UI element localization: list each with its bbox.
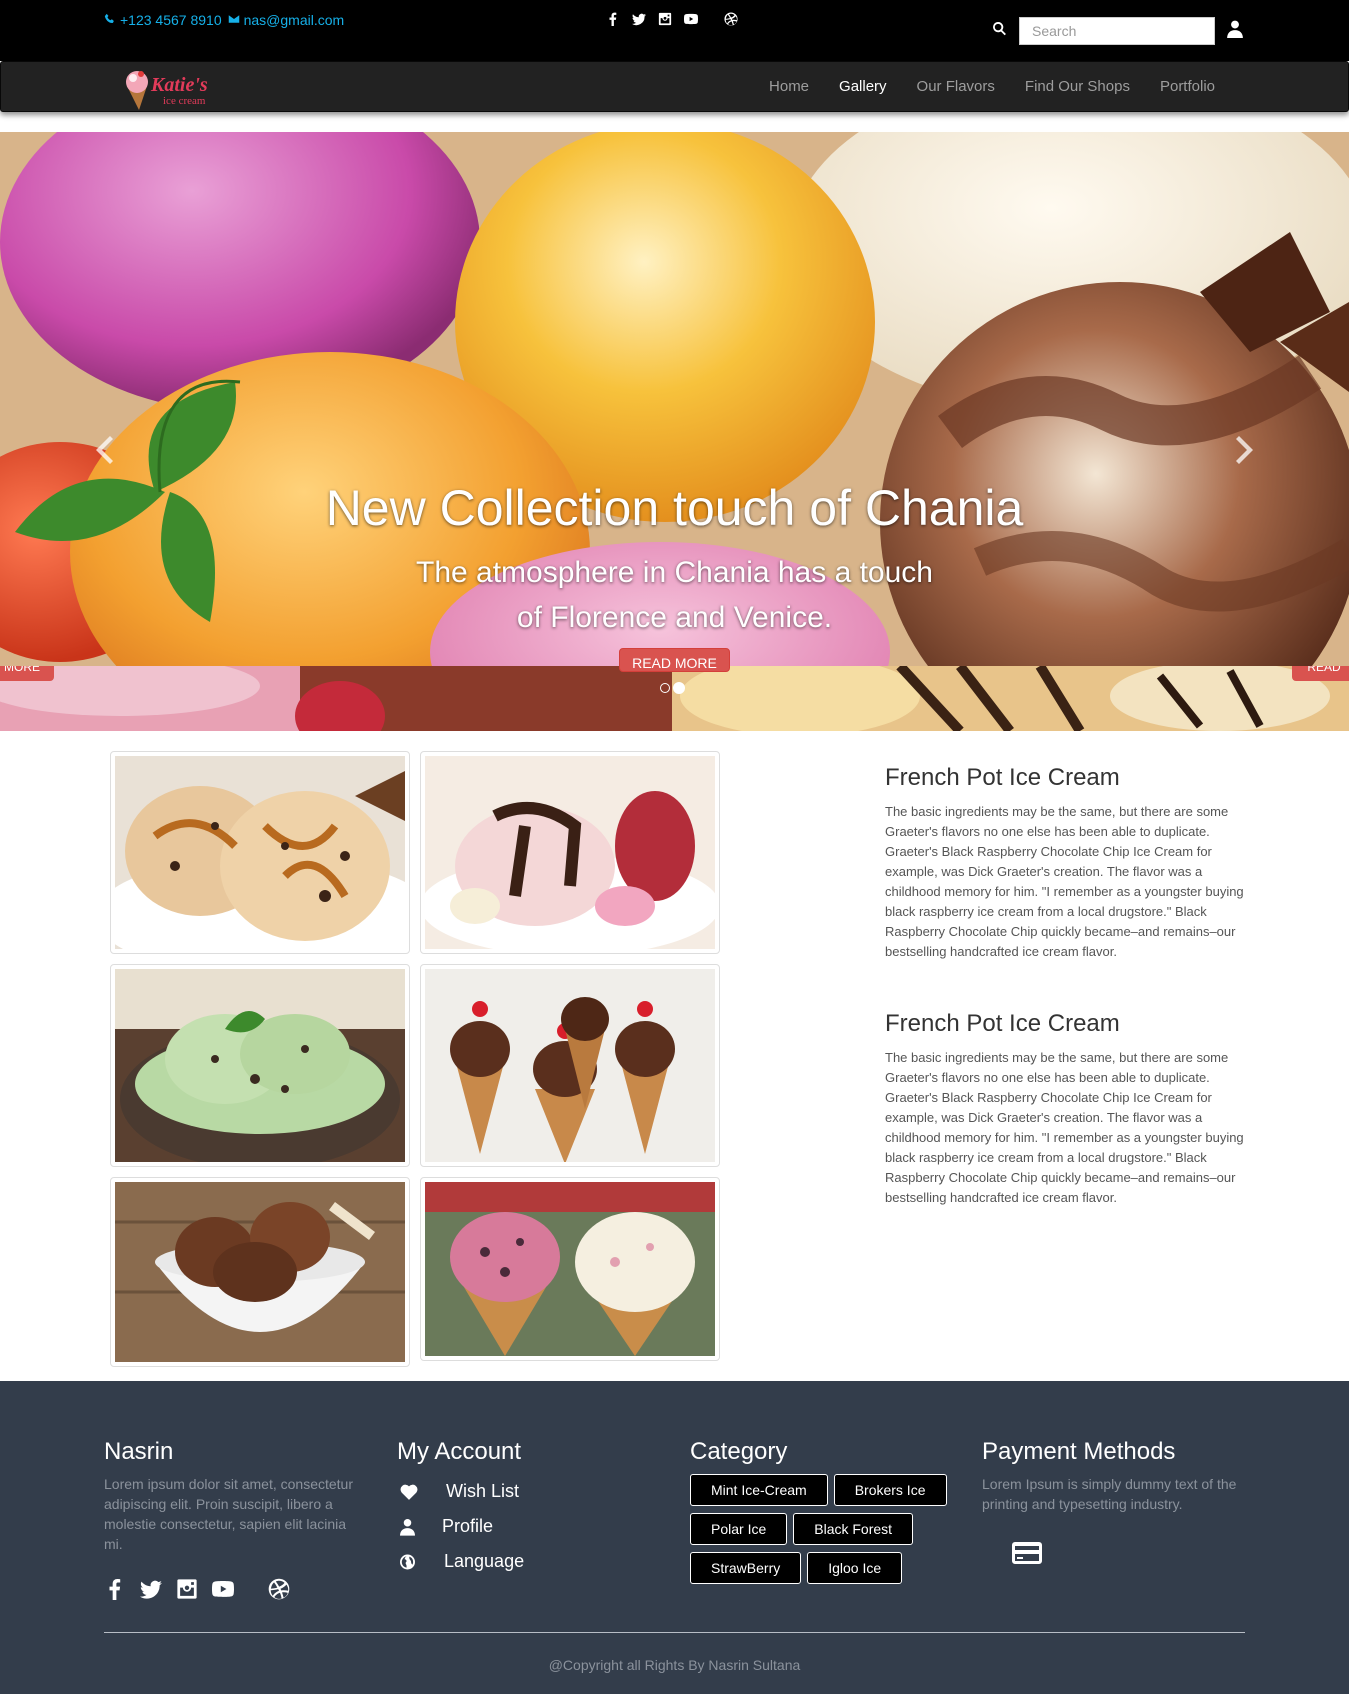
contact-info: +123 4567 8910 nas@gmail.com xyxy=(104,12,344,28)
account-link-language[interactable]: Language xyxy=(397,1544,647,1579)
nav-item-portfolio[interactable]: Portfolio xyxy=(1145,78,1230,95)
gallery-thumb-waffle-cones[interactable] xyxy=(420,1177,720,1361)
gallery-thumb-strawberry-sundae[interactable] xyxy=(420,751,720,954)
nav-item-home[interactable]: Home xyxy=(754,78,824,95)
footer-payment-text: Lorem Ipsum is simply dummy text of the … xyxy=(982,1476,1237,1512)
nav-menu: Home Gallery Our Flavors Find Our Shops … xyxy=(754,62,1230,111)
youtube-icon[interactable] xyxy=(212,1578,234,1605)
heart-icon xyxy=(400,1484,418,1500)
footer-about: Nasrin Lorem ipsum dolor sit amet, conse… xyxy=(104,1438,354,1605)
account-link-label: Language xyxy=(444,1551,525,1571)
facebook-icon[interactable] xyxy=(606,12,620,31)
gallery-thumb-chocolate-cones[interactable] xyxy=(420,964,720,1167)
next-slide-image-strip xyxy=(0,666,1349,731)
carousel-indicators xyxy=(660,682,685,694)
user-icon[interactable] xyxy=(1227,20,1243,43)
footer-category: Category Mint Ice-Cream Brokers Ice Pola… xyxy=(690,1438,960,1584)
carousel-indicator-1[interactable] xyxy=(660,683,670,693)
account-link-wish-list[interactable]: Wish List xyxy=(397,1474,647,1509)
footer-about-text: Lorem ipsum dolor sit amet, consectetur … xyxy=(104,1476,353,1552)
carousel-next-button[interactable] xyxy=(1225,420,1265,480)
carousel-indicator-2[interactable] xyxy=(673,682,685,694)
account-link-label: Wish List xyxy=(446,1481,520,1501)
phone-icon xyxy=(104,12,116,28)
article-2: French Pot Ice Cream The basic ingredien… xyxy=(885,1010,1245,1208)
logo-subtext: ice cream xyxy=(163,95,206,107)
category-tag[interactable]: Black Forest xyxy=(793,1513,914,1545)
chevron-right-icon xyxy=(1236,436,1253,464)
footer-category-title: Category xyxy=(690,1438,788,1465)
dribbble-icon[interactable] xyxy=(724,12,738,31)
article-body: The basic ingredients may be the same, b… xyxy=(885,1050,1244,1205)
hero-carousel: New Collection touch of Chania The atmos… xyxy=(0,132,1349,731)
article-title: French Pot Ice Cream xyxy=(885,1010,1120,1037)
envelope-icon xyxy=(228,12,240,28)
caption-line-1: The atmosphere in Chania has a touch xyxy=(416,556,933,589)
caption-line-2: of Florence and Venice. xyxy=(516,601,833,634)
account-links: Wish List Profile Language xyxy=(397,1474,647,1579)
carousel-prev-button[interactable] xyxy=(84,420,124,480)
credit-card-icon xyxy=(1012,1540,1252,1571)
youtube-icon[interactable] xyxy=(684,12,698,31)
copyright-text: @Copyright all Rights By Nasrin Sultana xyxy=(548,1657,801,1673)
logo-text: Katie's xyxy=(150,74,208,96)
footer-about-title: Nasrin xyxy=(104,1438,174,1465)
search-input[interactable] xyxy=(1019,17,1215,45)
top-bar: +123 4567 8910 nas@gmail.com xyxy=(0,0,1349,61)
article-1: French Pot Ice Cream The basic ingredien… xyxy=(885,764,1245,962)
footer-account-title: My Account xyxy=(397,1438,522,1465)
article-title: French Pot Ice Cream xyxy=(885,764,1120,791)
article-body: The basic ingredients may be the same, b… xyxy=(885,804,1244,959)
category-tag[interactable]: Igloo Ice xyxy=(807,1552,903,1584)
footer-divider xyxy=(104,1632,1245,1633)
top-social-links xyxy=(606,12,738,31)
gallery-thumb-chocolate-bowl[interactable] xyxy=(110,1177,410,1367)
account-link-profile[interactable]: Profile xyxy=(397,1509,647,1544)
footer-account: My Account Wish List Profile Language xyxy=(397,1438,647,1579)
read-more-button[interactable]: READ MORE xyxy=(619,648,730,672)
nav-item-gallery[interactable]: Gallery xyxy=(824,78,902,95)
footer-social-links xyxy=(104,1578,354,1605)
nav-item-find-our-shops[interactable]: Find Our Shops xyxy=(1010,78,1145,95)
email-link[interactable]: nas@gmail.com xyxy=(244,12,345,28)
user-icon xyxy=(400,1518,415,1536)
category-tag[interactable]: Brokers Ice xyxy=(833,1474,947,1506)
next-slide-button-partial-right: READ xyxy=(1292,666,1349,681)
brand-logo[interactable]: Katie's ice cream xyxy=(121,66,231,110)
nav-item-our-flavors[interactable]: Our Flavors xyxy=(902,78,1010,95)
carousel-caption-text: The atmosphere in Chania has a touch of … xyxy=(0,550,1349,640)
search-area xyxy=(992,17,1243,45)
account-link-label: Profile xyxy=(442,1516,494,1536)
main-navbar: Katie's ice cream Home Gallery Our Flavo… xyxy=(0,61,1349,112)
footer-payment: Payment Methods Lorem Ipsum is simply du… xyxy=(982,1438,1252,1571)
next-slide-button-partial-left: MORE xyxy=(0,666,54,681)
carousel-caption-title: New Collection touch of Chania xyxy=(325,480,1024,536)
search-icon[interactable] xyxy=(992,21,1007,41)
twitter-icon[interactable] xyxy=(140,1578,162,1605)
dribbble-icon[interactable] xyxy=(268,1578,290,1605)
chevron-left-icon xyxy=(96,436,113,464)
footer-payment-title: Payment Methods xyxy=(982,1438,1176,1465)
gallery-thumb-caramel-ice-cream[interactable] xyxy=(110,751,410,954)
globe-icon xyxy=(400,1554,415,1569)
category-tag[interactable]: Polar Ice xyxy=(690,1513,788,1545)
instagram-icon[interactable] xyxy=(658,12,672,31)
gallery-thumb-mint-chip-bowl[interactable] xyxy=(110,964,410,1167)
category-tags: Mint Ice-Cream Brokers Ice Polar Ice Bla… xyxy=(690,1474,950,1584)
facebook-icon[interactable] xyxy=(104,1578,126,1605)
twitter-icon[interactable] xyxy=(632,12,646,31)
phone-link[interactable]: +123 4567 8910 xyxy=(120,12,222,28)
category-tag[interactable]: Mint Ice-Cream xyxy=(690,1474,828,1506)
category-tag[interactable]: StrawBerry xyxy=(690,1552,802,1584)
instagram-icon[interactable] xyxy=(176,1578,198,1605)
site-footer: Nasrin Lorem ipsum dolor sit amet, conse… xyxy=(0,1381,1349,1694)
